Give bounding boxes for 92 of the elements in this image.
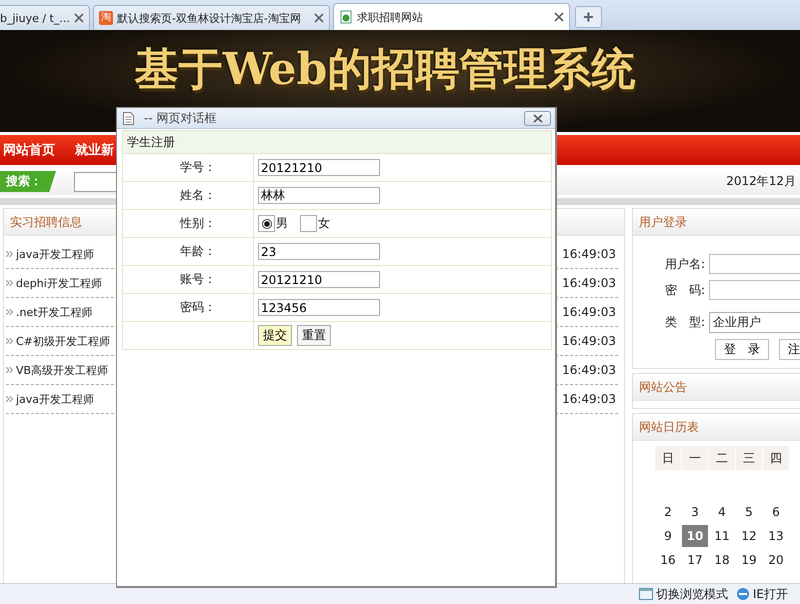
panel-title: 网站日历表 (639, 418, 699, 436)
dialog-title: -- 网页对话框 (144, 110, 216, 126)
status-link[interactable]: 切换浏览模式 (656, 586, 728, 602)
browser-tab[interactable]: 淘 默认搜索页-双鱼林设计淘宝店-淘宝网 (92, 5, 330, 30)
field-label: 账号： (122, 266, 254, 294)
radio-button[interactable] (300, 215, 317, 232)
job-time: 16:49:03 (562, 247, 616, 261)
calendar-day[interactable]: 20 (763, 549, 789, 571)
input-field[interactable]: 20121210 (258, 271, 380, 288)
job-link[interactable]: C#初级开发工程师 (16, 334, 110, 348)
close-icon (532, 114, 544, 122)
site-title: 基于Web的招聘管理系统 (134, 43, 636, 96)
bullet-icon (6, 309, 13, 315)
login-button[interactable]: 登 录 (715, 339, 769, 360)
calendar-day[interactable]: 3 (682, 501, 708, 523)
input-field[interactable]: 林林 (258, 187, 380, 204)
calendar-day[interactable]: 17 (682, 549, 708, 571)
calendar-day[interactable]: 9 (655, 525, 681, 547)
nav-link[interactable]: 就业新 (72, 141, 117, 159)
tab-title: 求职招聘网站 (356, 10, 424, 24)
form-header: 学生注册 (122, 130, 552, 154)
bullet-icon (6, 367, 13, 373)
weekday-header: 四 (763, 446, 789, 470)
document-icon (123, 112, 134, 124)
calendar-day[interactable]: 4 (709, 501, 735, 523)
close-button[interactable] (524, 110, 551, 126)
job-time: 16:49:03 (562, 363, 616, 377)
radio-option[interactable]: 男 (258, 215, 288, 232)
panel-title: 实习招聘信息 (10, 214, 82, 230)
weekday-header: 日 (655, 446, 681, 470)
browser-tab[interactable]: b_jiuye / t_... (0, 5, 90, 30)
panel-title: 网站公告 (639, 378, 687, 396)
calendar-day[interactable]: 16 (655, 549, 681, 571)
input-field[interactable]: 123456 (258, 299, 380, 316)
new-tab-button[interactable]: + (574, 6, 602, 28)
close-icon[interactable] (314, 13, 324, 23)
field-label: 用户名: (664, 256, 705, 272)
input-field[interactable] (709, 254, 800, 274)
tab-title: b_jiuye / t_... (0, 12, 70, 24)
nav-link[interactable]: 网站首页 (0, 141, 58, 159)
input-field[interactable]: 20121210 (258, 159, 380, 176)
bullet-icon (6, 251, 13, 257)
radio-option[interactable]: 女 (300, 215, 330, 232)
date-text: 2012年12月 (726, 173, 796, 190)
tab-title: 默认搜索页-双鱼林设计淘宝店-淘宝网 (116, 10, 302, 26)
job-time: 16:49:03 (562, 392, 616, 406)
login-button[interactable]: 注 (779, 339, 800, 360)
job-link[interactable]: java开发工程师 (16, 392, 94, 406)
weekday-header: 一 (682, 446, 708, 470)
calendar-day[interactable]: 2 (655, 501, 681, 523)
calendar-day[interactable]: 19 (736, 549, 762, 571)
status-link[interactable]: IE打开 (752, 586, 788, 602)
calendar-day[interactable]: 6 (763, 501, 789, 523)
browser-tab[interactable]: 求职招聘网站 (332, 3, 570, 30)
search-label: 搜索： (0, 171, 56, 192)
calendar-day[interactable]: 12 (736, 525, 762, 547)
shop-icon: 淘 (98, 11, 113, 25)
job-link[interactable]: VB高级开发工程师 (16, 362, 108, 378)
input-field[interactable] (709, 280, 800, 300)
field-label: 类 型: (664, 314, 705, 331)
weekday-header: 二 (709, 446, 735, 470)
close-icon[interactable] (554, 12, 564, 22)
calendar-day[interactable]: 13 (763, 525, 789, 547)
input-field[interactable]: 23 (258, 243, 380, 260)
field-label: 学号： (122, 154, 254, 182)
form-button[interactable]: 重置 (297, 325, 331, 346)
job-link[interactable]: .net开发工程师 (16, 304, 93, 320)
radio-button[interactable] (258, 215, 275, 232)
calendar-day[interactable]: 10 (682, 525, 708, 547)
job-time: 16:49:03 (562, 334, 616, 348)
calendar-day[interactable]: 5 (736, 501, 762, 523)
field-label: 姓名： (122, 182, 254, 210)
calendar-day[interactable]: 11 (709, 525, 735, 547)
close-icon[interactable] (74, 13, 84, 23)
type-dropdown[interactable]: 企业用户 (709, 312, 800, 333)
job-link[interactable]: java开发工程师 (16, 246, 94, 262)
field-label: 年龄： (122, 238, 254, 266)
field-label: 密 码: (664, 282, 705, 298)
bullet-icon (6, 280, 13, 286)
job-time: 16:49:03 (562, 305, 616, 319)
calendar-day[interactable]: 18 (709, 549, 735, 571)
field-label: 密码： (122, 294, 254, 322)
job-link[interactable]: dephi开发工程师 (16, 276, 102, 290)
panel-title: 用户登录 (639, 214, 687, 230)
form-button[interactable]: 提交 (258, 325, 292, 346)
bullet-icon (6, 396, 13, 402)
bullet-icon (6, 338, 13, 344)
field-label: 性别： (122, 210, 254, 238)
window-icon (638, 588, 653, 600)
job-time: 16:49:03 (562, 276, 616, 290)
page-icon (338, 10, 353, 24)
weekday-header: 三 (736, 446, 762, 470)
